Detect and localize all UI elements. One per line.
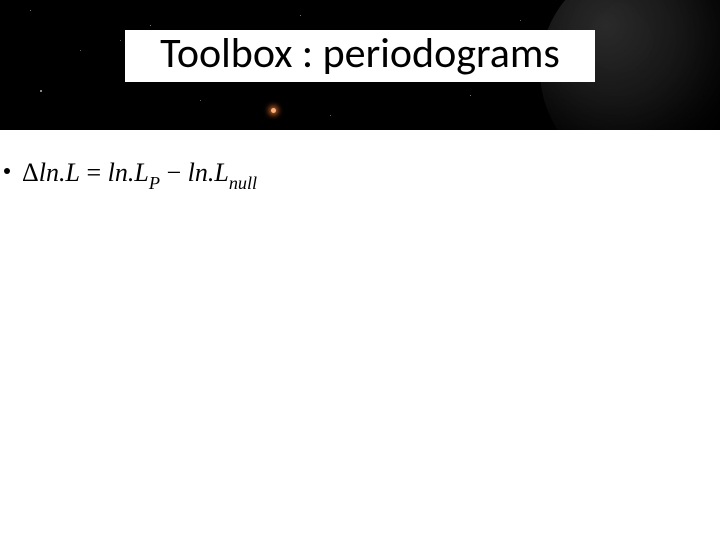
formula-text: Δln.L = ln.LP − ln.Lnull xyxy=(22,158,257,192)
star-icon xyxy=(300,15,301,16)
equals-symbol: = xyxy=(80,158,108,187)
slide: Toolbox : periodograms Δln.L = ln.LP − l… xyxy=(0,0,720,540)
star-icon xyxy=(200,100,201,101)
star-icon xyxy=(470,95,471,96)
ln-text: ln. xyxy=(39,158,66,187)
L-var: L xyxy=(214,158,228,187)
ln-text: ln. xyxy=(108,158,135,187)
subscript-null: null xyxy=(229,173,257,193)
star-icon xyxy=(520,20,521,21)
star-glow-icon xyxy=(271,108,276,113)
subscript-P: P xyxy=(149,173,160,193)
star-icon xyxy=(40,90,42,92)
slide-title: Toolbox : periodograms xyxy=(0,28,720,79)
L-var: L xyxy=(65,158,79,187)
bullet-icon xyxy=(4,168,10,174)
L-var: L xyxy=(134,158,148,187)
ln-text: ln. xyxy=(188,158,215,187)
star-icon xyxy=(30,10,31,11)
star-icon xyxy=(150,25,151,26)
minus-symbol: − xyxy=(160,158,188,187)
delta-symbol: Δ xyxy=(22,158,39,187)
star-icon xyxy=(330,115,331,116)
